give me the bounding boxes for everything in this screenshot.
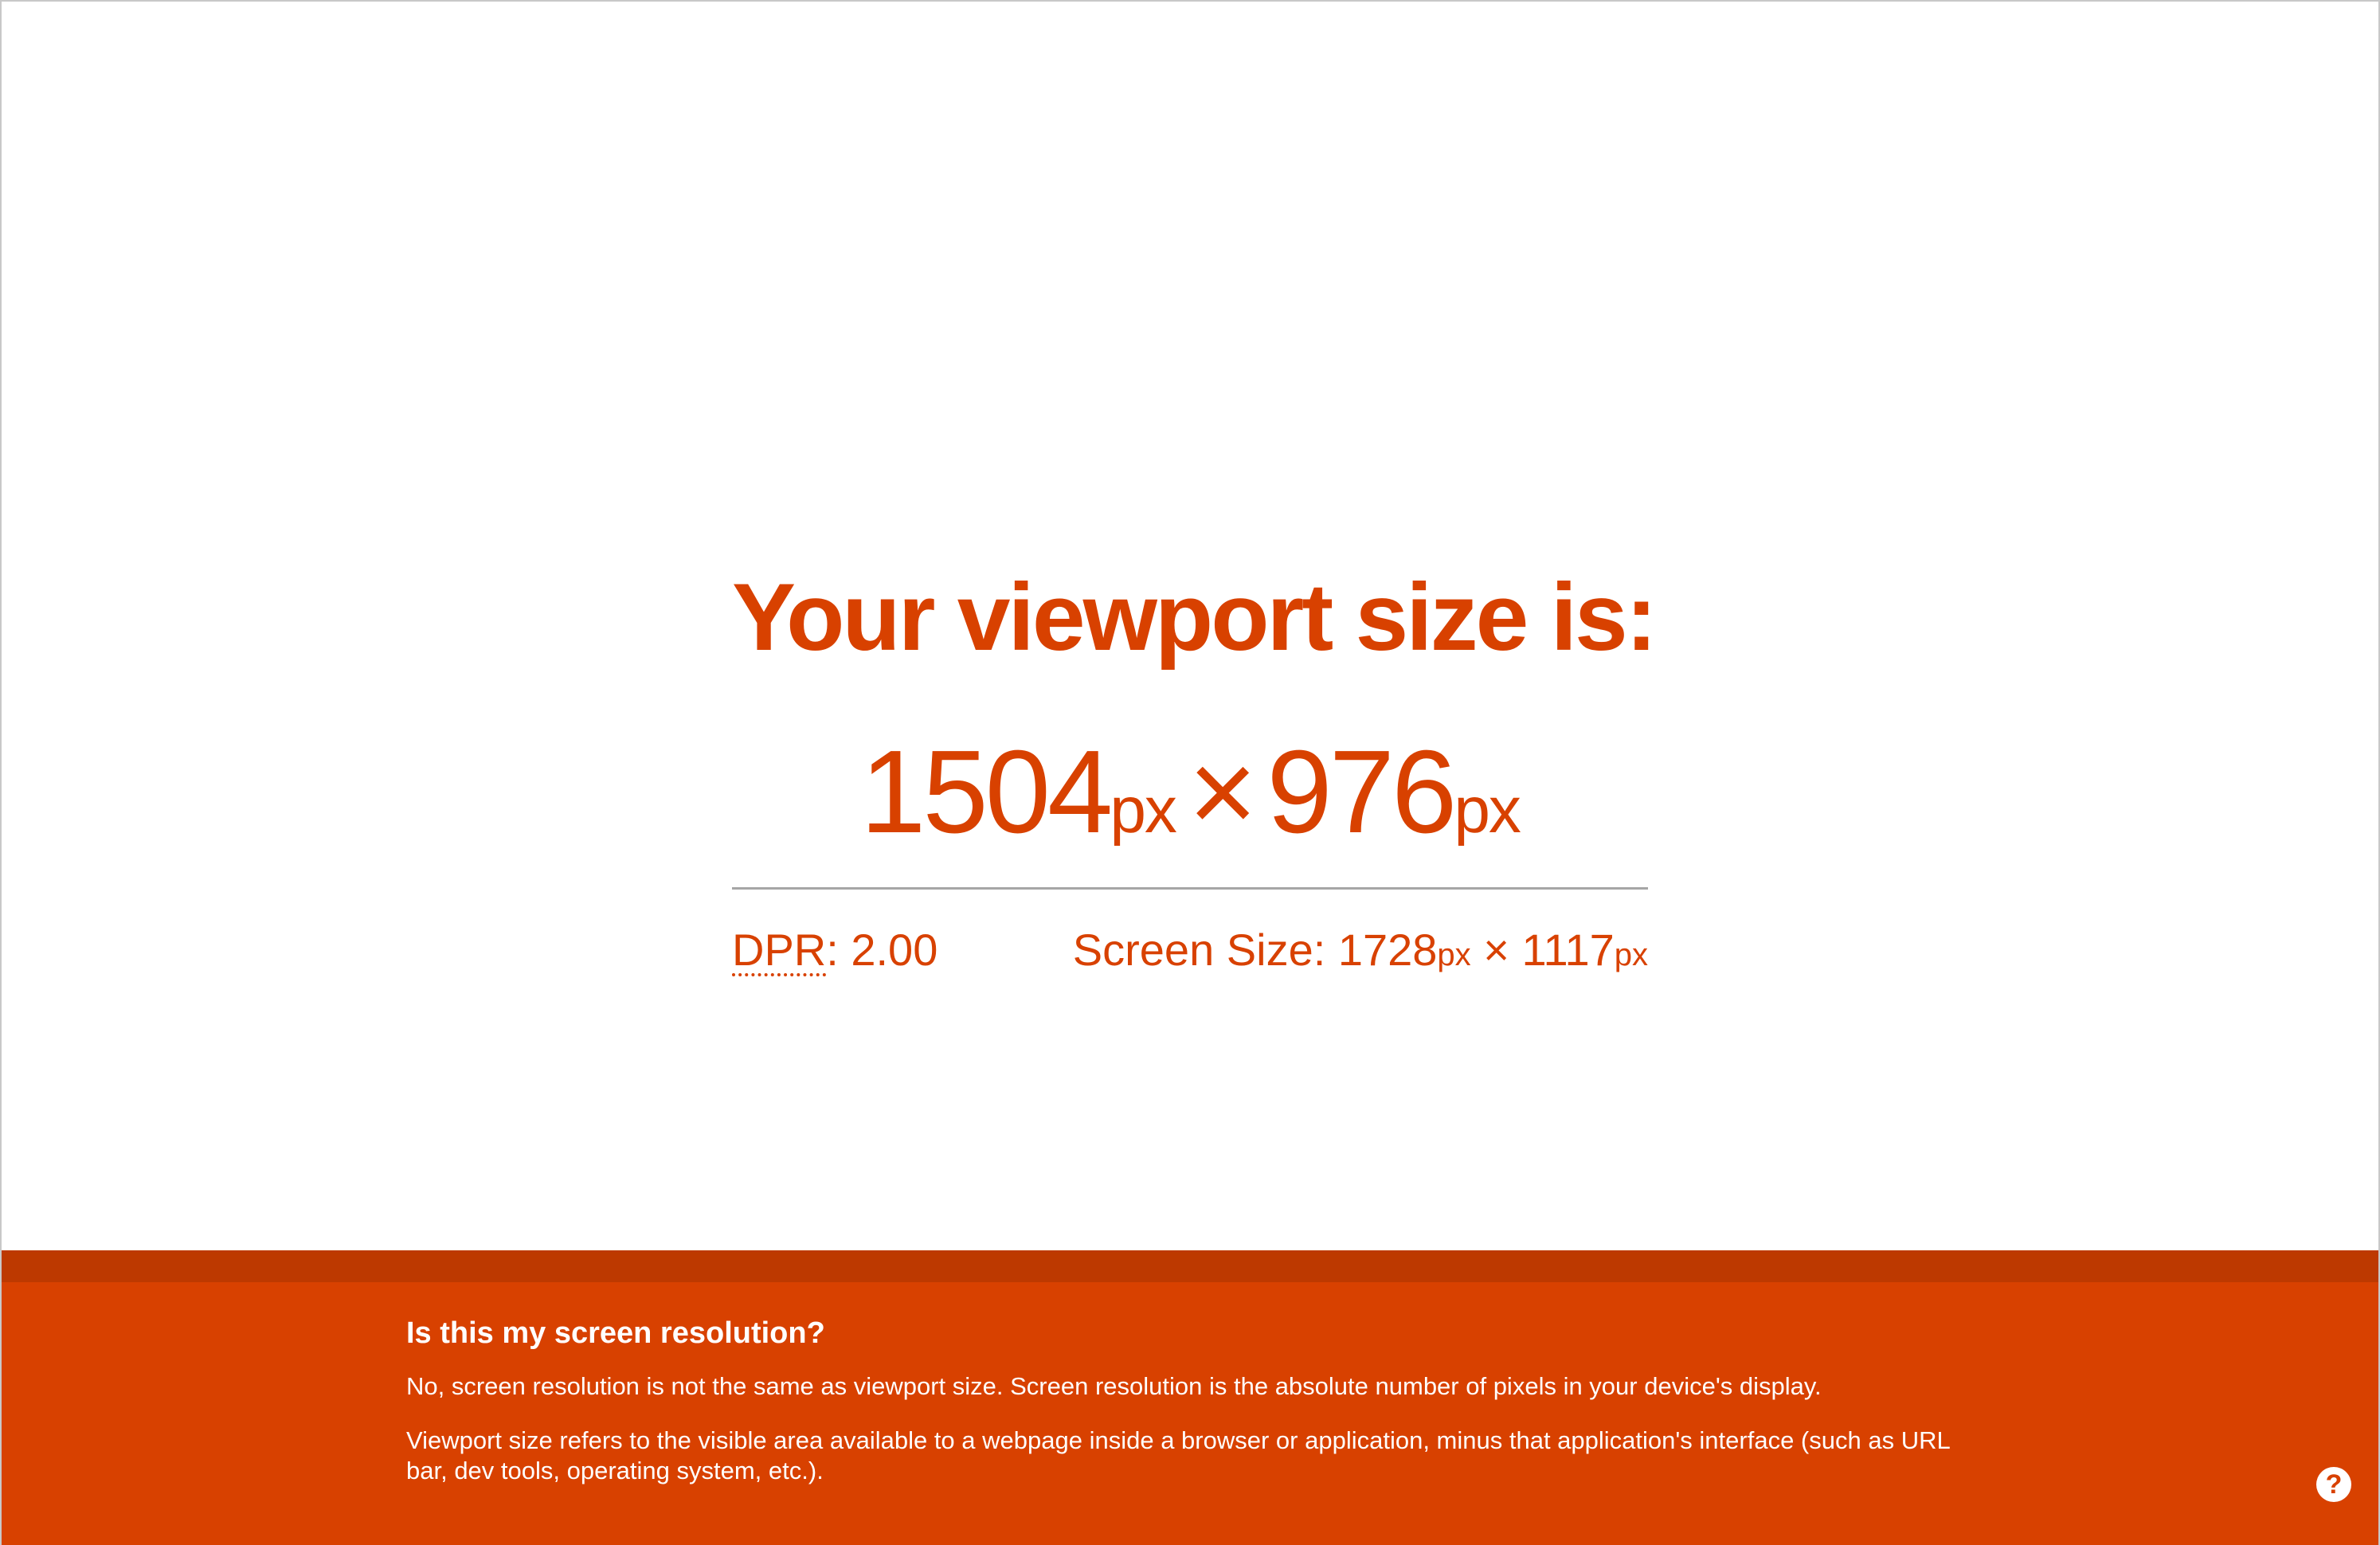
footer-paragraph-viewport: Viewport size refers to the visible area… xyxy=(406,1426,1950,1484)
help-icon[interactable]: ? xyxy=(2316,1467,2351,1502)
dpr-stat: DPR: 2.00 xyxy=(732,920,938,985)
footer-paragraph-resolution: No, screen resolution is not the same as… xyxy=(406,1372,1822,1400)
footer-heading: Is this my screen resolution? xyxy=(406,1316,825,1350)
screen-width-unit: px xyxy=(1437,937,1471,972)
viewport-info: Your viewport size is: 1504px × 976px DPR:… xyxy=(732,557,1658,985)
dpr-label[interactable]: DPR xyxy=(732,925,826,975)
screen-size-stat: Screen Size: 1728px × 1117px xyxy=(1073,920,1648,985)
viewport-width-unit: px xyxy=(1110,774,1177,847)
info-footer: Is this my screen resolution? No, screen… xyxy=(0,1282,2380,1545)
dpr-value: : 2.00 xyxy=(826,925,938,975)
device-stats: DPR: 2.00 Screen Size: 1728px × 1117px xyxy=(732,920,1648,985)
page-title: Your viewport size is: xyxy=(732,564,1658,671)
viewport-dimensions: 1504px × 976px xyxy=(732,733,1648,852)
footer-top-band xyxy=(0,1250,2380,1282)
viewport-height-value: 976 xyxy=(1266,726,1457,858)
screen-times-symbol: × xyxy=(1483,925,1509,975)
viewport-height-unit: px xyxy=(1454,774,1521,847)
viewport-width-value: 1504 xyxy=(860,726,1113,858)
footer-content: Is this my screen resolution? No, screen… xyxy=(406,1314,1959,1486)
screen-height-unit: px xyxy=(1614,937,1648,972)
screen-height-value: 1117 xyxy=(1521,925,1615,975)
viewport-times-symbol: × xyxy=(1188,726,1257,858)
screen-size-label: Screen Size: xyxy=(1072,925,1338,975)
screen-width-value: 1728 xyxy=(1337,925,1438,975)
viewport-display: Your viewport size is: 1504px × 976px DPR:… xyxy=(0,0,2380,1250)
divider xyxy=(732,887,1648,890)
